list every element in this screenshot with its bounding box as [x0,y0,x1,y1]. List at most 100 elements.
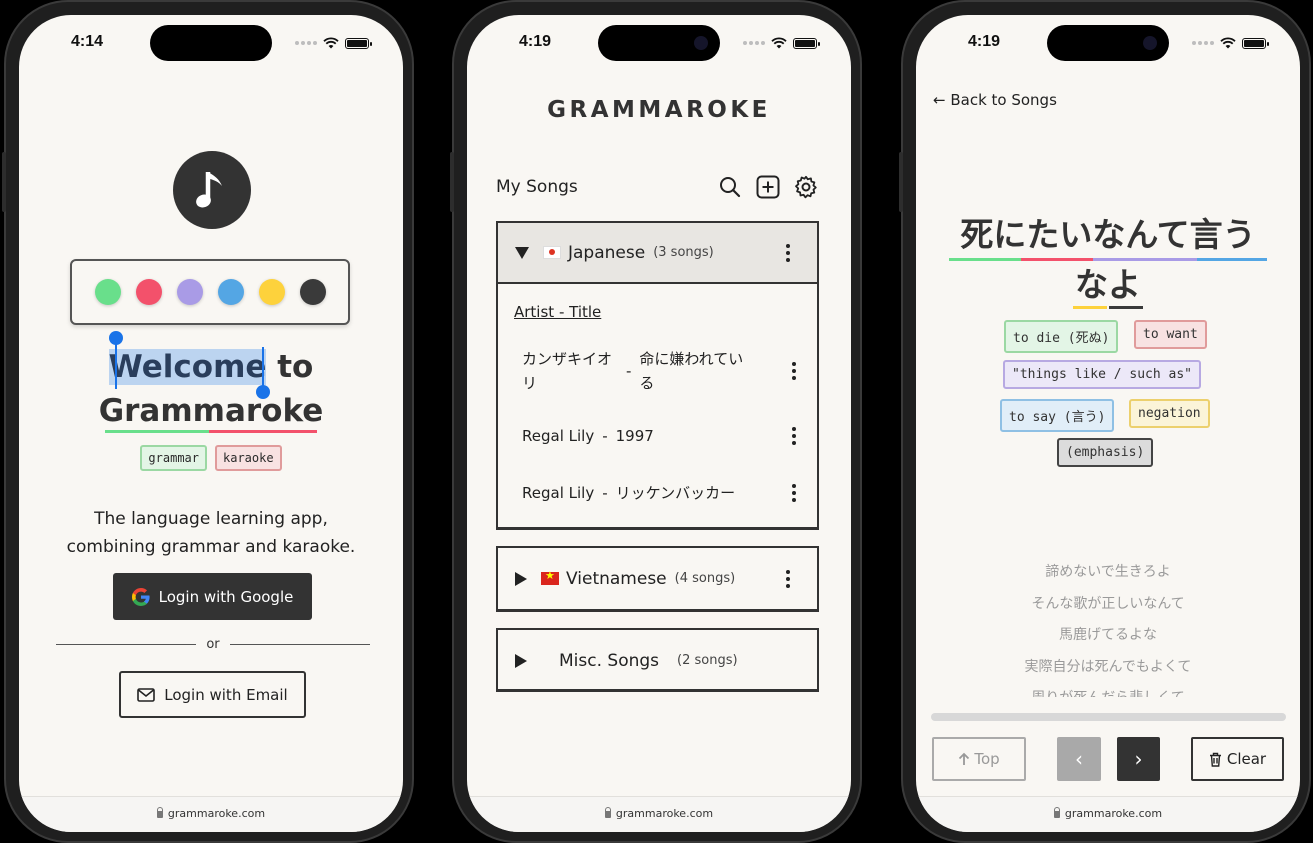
music-note-icon [173,151,251,229]
underline-purple [1093,258,1197,261]
collapse-triangle-icon[interactable] [515,653,527,668]
japan-flag-icon [543,246,561,259]
clear-button[interactable]: Clear [1191,737,1284,781]
search-icon[interactable] [718,175,742,199]
song-more-icon[interactable] [782,427,806,445]
song-separator: - [602,483,608,502]
mail-icon [137,687,156,702]
or-divider: or [56,637,370,652]
lyric-line[interactable]: 周りが死んだら悲しくて [916,683,1300,697]
song-title: リッケンバッカー [615,484,736,502]
color-palette-popup [70,259,350,325]
upcoming-lyrics: 諦めないで生きろよ そんな歌が正しいなんて 馬鹿げてるよな 実際自分は死んでもよ… [916,557,1300,697]
chip-to-say[interactable]: to say (言う) [1000,399,1115,432]
selected-text[interactable]: Welcome [108,349,267,385]
song-title: 命に嫌われてい る [639,350,744,392]
song-title: 1997 [615,427,654,445]
underline-dark [1109,306,1143,309]
group-vietnamese: Vietnamese (4 songs) [496,546,819,612]
color-swatch-yellow[interactable] [258,279,285,305]
next-line-button[interactable]: › [1117,737,1160,781]
google-icon [131,587,150,606]
color-swatch-dark[interactable] [299,279,326,305]
lyric-line[interactable]: 諦めないで生きろよ [916,557,1300,589]
lyric-title-line-1: 死にたいなんて言う [960,215,1256,254]
group-more-icon[interactable] [776,569,800,588]
add-song-icon[interactable] [756,175,780,199]
settings-gear-icon[interactable] [794,175,818,199]
chip-emphasis[interactable]: (emphasis) [1057,438,1154,467]
dynamic-island [150,25,272,61]
chip-things-like[interactable]: "things like / such as" [1003,360,1202,389]
song-separator: - [626,362,632,380]
song-more-icon[interactable] [782,362,806,380]
selection-handle-end[interactable] [256,385,270,399]
login-email-label: Login with Email [164,685,288,704]
previous-line-button[interactable]: ‹ [1057,737,1101,781]
group-header-vietnamese[interactable]: Vietnamese (4 songs) [498,548,817,609]
song-item[interactable]: Regal Lily - 1997 [522,427,806,445]
welcome-heading[interactable]: Welcome to Grammaroke [19,345,403,433]
group-name: Japanese [568,242,646,263]
browser-url-bar[interactable]: grammaroke.com [467,796,851,832]
group-header-misc[interactable]: Misc. Songs (2 songs) [498,630,817,691]
status-icons [295,37,372,49]
my-songs-title: My Songs [496,177,578,197]
underline-green [949,258,1021,261]
chip-to-die[interactable]: to die (死ぬ) [1004,320,1119,353]
or-label: or [206,637,220,652]
lyrics-screen: 4:19 ← Back to Songs 死にたいなんて言う なよ to die… [916,15,1300,832]
group-count: (3 songs) [653,245,714,260]
group-japanese: Japanese (3 songs) Artist - Title カンザキイオ… [496,221,819,530]
top-button-label: Top [974,750,1000,768]
group-name: Vietnamese [566,568,667,589]
signal-icon [295,41,317,45]
expand-triangle-icon[interactable] [515,246,529,259]
color-swatch-green[interactable] [94,279,121,305]
group-more-icon[interactable] [776,243,800,262]
chip-to-want[interactable]: to want [1134,320,1207,349]
tagline-line-2: combining grammar and karaoke. [66,537,356,557]
lyric-line[interactable]: 馬鹿げてるよな [916,620,1300,652]
phone-songs: 4:19 GRAMMAROKE My Songs Japanese (3 son… [450,0,862,843]
browser-url-bar[interactable]: grammaroke.com [19,796,403,832]
artist-title-header: Artist - Title [514,303,602,321]
song-item[interactable]: Regal Lily - リッケンバッカー [522,482,806,503]
selection-handle-start[interactable] [109,331,123,345]
color-swatch-purple[interactable] [176,279,203,305]
status-time: 4:14 [71,33,104,50]
lyric-title-line-2: なよ [1075,265,1141,304]
login-google-label: Login with Google [158,587,294,606]
group-header-japanese[interactable]: Japanese (3 songs) [498,223,817,284]
group-misc: Misc. Songs (2 songs) [496,628,819,692]
dynamic-island [1047,25,1169,61]
browser-url-bar[interactable]: grammaroke.com [916,796,1300,832]
lyric-line[interactable]: 実際自分は死んでもよくて [916,652,1300,684]
top-button[interactable]: Top [932,737,1026,781]
song-more-icon[interactable] [782,483,806,502]
url-text: grammaroke.com [1064,807,1163,820]
lock-icon [1053,807,1060,818]
lyric-line[interactable]: そんな歌が正しいなんて [916,589,1300,621]
chip-karaoke: karaoke [215,445,282,471]
collapse-triangle-icon[interactable] [515,571,527,586]
chip-negation[interactable]: negation [1129,399,1210,428]
clear-button-label: Clear [1226,750,1267,768]
color-swatch-red[interactable] [135,279,162,305]
group-name: Misc. Songs [559,650,660,671]
group-count: (2 songs) [677,653,738,668]
phone-lyrics: 4:19 ← Back to Songs 死にたいなんて言う なよ to die… [899,0,1311,843]
login-google-button[interactable]: Login with Google [113,573,312,620]
login-email-button[interactable]: Login with Email [119,671,306,718]
color-swatch-blue[interactable] [217,279,244,305]
songs-screen: 4:19 GRAMMAROKE My Songs Japanese (3 son… [467,15,851,832]
status-time: 4:19 [968,33,1001,50]
arrow-up-icon [959,752,970,765]
song-separator: - [602,427,608,445]
status-icons [1192,37,1269,49]
wifi-icon [1220,37,1236,49]
title-chips: grammar karaoke [19,445,403,471]
back-to-songs-link[interactable]: ← Back to Songs [933,91,1057,109]
song-item[interactable]: カンザキイオ リ - 命に嫌われてい る [522,347,806,395]
scroll-progress-bar[interactable] [931,713,1286,721]
